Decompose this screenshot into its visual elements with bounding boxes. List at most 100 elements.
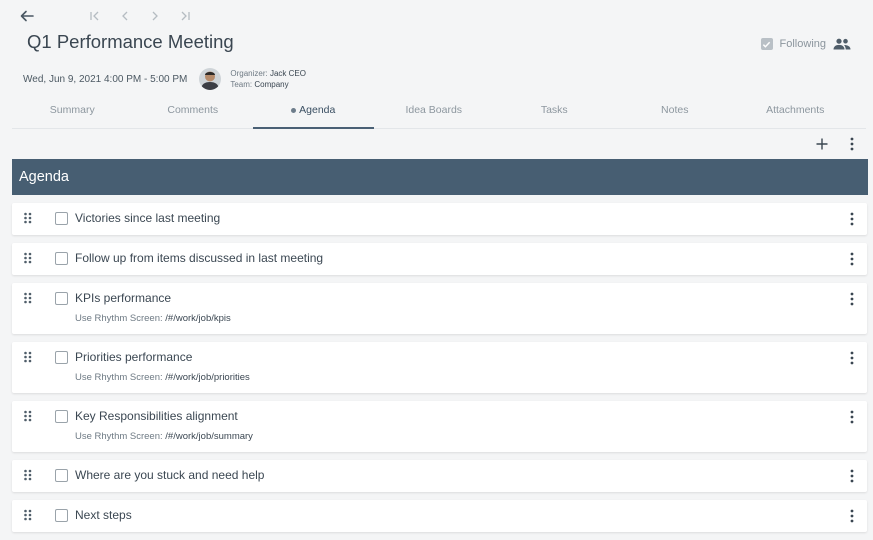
- agenda-toolbar: [803, 136, 863, 152]
- following-label: Following: [779, 38, 826, 50]
- organizer-label: Organizer:: [230, 69, 268, 78]
- more-options-button[interactable]: [841, 136, 863, 152]
- rhythm-screen-link[interactable]: /#/work/job/priorities: [165, 372, 249, 383]
- tab-label: Attachments: [766, 104, 825, 116]
- organizer-avatar-icon: [199, 68, 222, 90]
- item-menu-button[interactable]: [845, 409, 859, 425]
- organizer-info: Organizer: Jack CEO Team: Company: [230, 68, 306, 90]
- item-checkbox[interactable]: [55, 509, 68, 522]
- more-vertical-icon: [850, 252, 854, 266]
- agenda-header: Agenda: [12, 159, 868, 195]
- item-subtitle: Use Rhythm Screen: /#/work/job/summary: [75, 431, 253, 442]
- item-title: Key Responsibilities alignment: [75, 409, 238, 423]
- agenda-item[interactable]: Priorities performance Use Rhythm Screen…: [12, 342, 867, 393]
- item-menu-button[interactable]: [845, 468, 859, 484]
- rhythm-screen-label: Use Rhythm Screen:: [75, 372, 163, 383]
- item-title: Next steps: [75, 508, 132, 522]
- more-vertical-icon: [850, 410, 854, 424]
- rhythm-screen-link[interactable]: /#/work/job/kpis: [165, 313, 230, 324]
- more-vertical-icon: [850, 469, 854, 483]
- item-menu-button[interactable]: [845, 291, 859, 307]
- item-menu-button[interactable]: [845, 211, 859, 227]
- item-checkbox[interactable]: [55, 351, 68, 364]
- meeting-meta: Wed, Jun 9, 2021 4:00 PM - 5:00 PM Organ…: [23, 68, 306, 90]
- last-page-button[interactable]: [176, 7, 194, 25]
- agenda-item[interactable]: Victories since last meeting: [12, 203, 867, 235]
- agenda-item[interactable]: Follow up from items discussed in last m…: [12, 243, 867, 275]
- drag-handle-icon[interactable]: [23, 509, 33, 521]
- drag-handle-icon[interactable]: [23, 351, 33, 363]
- item-menu-button[interactable]: [845, 508, 859, 524]
- item-subtitle: Use Rhythm Screen: /#/work/job/prioritie…: [75, 372, 250, 383]
- item-checkbox[interactable]: [55, 212, 68, 225]
- page-title: Q1 Performance Meeting: [27, 31, 234, 52]
- item-title: Follow up from items discussed in last m…: [75, 251, 324, 265]
- item-checkbox[interactable]: [55, 252, 68, 265]
- chevron-right-icon: [152, 11, 158, 21]
- agenda-item[interactable]: Where are you stuck and need help: [12, 460, 867, 492]
- add-item-button[interactable]: [811, 136, 833, 152]
- drag-handle-icon[interactable]: [23, 469, 33, 481]
- team-label: Team:: [230, 80, 253, 89]
- drag-handle-icon[interactable]: [23, 410, 33, 422]
- item-subtitle: Use Rhythm Screen: /#/work/job/kpis: [75, 313, 231, 324]
- previous-button[interactable]: [116, 7, 134, 25]
- tab-agenda[interactable]: Agenda: [253, 92, 374, 129]
- last-page-icon: [181, 11, 190, 21]
- avatar: [199, 68, 222, 90]
- team-name: Company: [254, 80, 289, 89]
- tab-tasks[interactable]: Tasks: [494, 92, 615, 128]
- agenda-item[interactable]: KPIs performance Use Rhythm Screen: /#/w…: [12, 283, 867, 334]
- agenda-item[interactable]: Key Responsibilities alignment Use Rhyth…: [12, 401, 867, 452]
- agenda-item[interactable]: Next steps: [12, 500, 867, 532]
- rhythm-screen-label: Use Rhythm Screen:: [75, 313, 163, 324]
- tab-notes[interactable]: Notes: [615, 92, 736, 128]
- meeting-datetime: Wed, Jun 9, 2021 4:00 PM - 5:00 PM: [23, 73, 188, 85]
- item-title: Victories since last meeting: [75, 211, 221, 225]
- item-menu-button[interactable]: [845, 251, 859, 267]
- meeting-tabs: Summary Comments Agenda Idea Boards Task…: [12, 92, 866, 129]
- tab-summary[interactable]: Summary: [12, 92, 133, 128]
- item-checkbox[interactable]: [55, 469, 68, 482]
- tab-label: Notes: [661, 104, 689, 116]
- more-vertical-icon: [850, 137, 854, 151]
- back-button[interactable]: [18, 7, 36, 25]
- active-dot-icon: [291, 107, 297, 113]
- plus-icon: [816, 138, 828, 150]
- next-button[interactable]: [146, 7, 164, 25]
- first-page-button[interactable]: [86, 7, 104, 25]
- tab-label: Agenda: [299, 104, 336, 116]
- tab-idea-boards[interactable]: Idea Boards: [374, 92, 495, 128]
- arrow-left-icon: [20, 10, 34, 22]
- more-vertical-icon: [850, 509, 854, 523]
- rhythm-screen-link[interactable]: /#/work/job/summary: [165, 431, 253, 442]
- tab-comments[interactable]: Comments: [133, 92, 254, 128]
- more-vertical-icon: [850, 351, 854, 365]
- drag-handle-icon[interactable]: [23, 292, 33, 304]
- drag-handle-icon[interactable]: [23, 252, 33, 264]
- item-menu-button[interactable]: [845, 350, 859, 366]
- item-title: KPIs performance: [75, 291, 172, 305]
- agenda-list: Victories since last meeting Follow up f…: [12, 203, 867, 540]
- item-title: Priorities performance: [75, 350, 193, 364]
- following-checkbox[interactable]: [760, 38, 773, 50]
- tab-label: Tasks: [540, 104, 568, 116]
- organizer-name: Jack CEO: [269, 69, 306, 78]
- tab-label: Idea Boards: [405, 104, 463, 116]
- more-vertical-icon: [850, 292, 854, 306]
- more-vertical-icon: [850, 212, 854, 226]
- tab-label: Comments: [167, 104, 219, 116]
- check-icon: [762, 41, 771, 48]
- people-icon[interactable]: [833, 38, 851, 50]
- drag-handle-icon[interactable]: [23, 212, 33, 224]
- top-navigation: [18, 6, 206, 26]
- chevron-left-icon: [122, 11, 128, 21]
- tab-label: Summary: [49, 104, 95, 116]
- item-checkbox[interactable]: [55, 292, 68, 305]
- tab-attachments[interactable]: Attachments: [735, 92, 856, 128]
- first-page-icon: [90, 11, 99, 21]
- item-checkbox[interactable]: [55, 410, 68, 423]
- item-title: Where are you stuck and need help: [75, 468, 265, 482]
- rhythm-screen-label: Use Rhythm Screen:: [75, 431, 163, 442]
- following-toggle[interactable]: Following: [760, 38, 851, 50]
